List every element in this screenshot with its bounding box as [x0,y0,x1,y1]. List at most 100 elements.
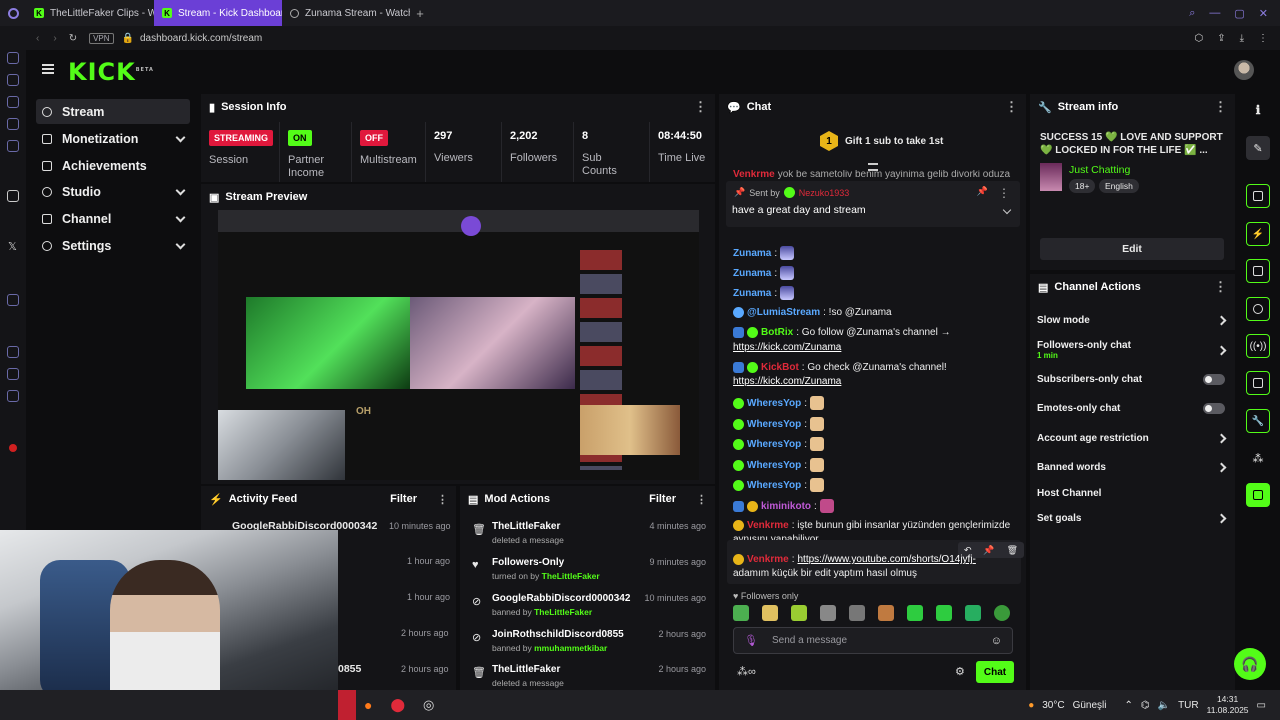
more-options-icon[interactable]: ⋮ [437,493,448,506]
mod-action-row[interactable]: TheLittleFaker deleted a message 4 minutes… [468,521,714,545]
maximize-icon[interactable]: ▢ [1234,7,1244,20]
action-banned-words[interactable]: Banned words [1037,462,1227,473]
pinned-message[interactable]: 📌 Sent by Nezuko1933 have a great day and … [726,181,1020,227]
browser-tab-active[interactable]: K Stream - Kick Dashboard [154,0,282,26]
opera-gx-icon[interactable]: ◎ [423,697,434,713]
more-options-icon[interactable]: ⋮ [694,99,707,115]
action-host-channel[interactable]: Host Channel [1037,488,1225,499]
sidebar-app-icon[interactable] [7,74,19,86]
chat-username[interactable]: Venkrme [747,520,789,531]
mod-action-row[interactable]: TheLittleFaker deleted a message 2 hours a… [468,664,714,688]
nav-item-studio[interactable]: Studio [36,179,190,204]
chat-username[interactable]: WheresYop [747,480,801,491]
filter-button[interactable]: Filter [390,493,417,505]
unpin-icon[interactable]: 📌 [977,186,988,197]
sidebar-app-icon[interactable] [7,190,19,202]
microphone-icon[interactable]: 🎙 [744,634,758,647]
broadcast-icon[interactable]: ((•)) [1246,334,1270,358]
chat-username[interactable]: Zunama [733,268,771,279]
chat-username[interactable]: kiminikoto [761,501,811,512]
more-options-icon[interactable]: ⋮ [1214,279,1227,295]
more-options-icon[interactable]: ⋮ [1214,99,1227,115]
language-indicator[interactable]: TUR [1178,700,1199,711]
network-icon[interactable]: ⌬ [1141,700,1150,711]
emote-icon[interactable] [878,605,894,621]
pinned-more-icon[interactable]: ⋮ [998,186,1010,200]
share-nodes-icon[interactable]: ⁂ [1246,446,1270,470]
chat-username[interactable]: @LumiaStream [747,307,820,318]
info-icon[interactable]: ℹ [1246,98,1270,122]
taskbar-app-icon[interactable] [338,690,356,720]
volume-icon[interactable]: 🔈 [1158,700,1170,711]
layout-icon[interactable] [1246,483,1270,507]
sidebar-app-icon[interactable] [7,346,19,358]
reward-icon[interactable]: ⁂∞ [737,665,756,678]
stream-preview-video[interactable]: OH [218,210,699,480]
action-slow-mode[interactable]: Slow mode [1037,315,1227,326]
action-emotes-only[interactable]: Emotes-only chat [1037,403,1225,414]
emoji-icon[interactable]: ☺ [991,635,1002,647]
chat-username[interactable]: WheresYop [747,398,801,409]
emote-icon[interactable] [994,605,1010,621]
nav-item-stream[interactable]: Stream [36,99,190,124]
chat-input[interactable]: 🎙 Send a message ☺ [733,627,1013,654]
forward-icon[interactable]: › [53,33,56,44]
browser-tab[interactable]: K TheLittleFaker Clips - Wa [26,0,154,26]
action-subscribers-only[interactable]: Subscribers-only chat [1037,374,1225,385]
action-account-age[interactable]: Account age restriction [1037,433,1227,444]
emote-icon[interactable] [762,605,778,621]
pencil-icon[interactable]: ✎ [1246,136,1270,160]
emote-icon[interactable] [733,605,749,621]
user-avatar[interactable] [1234,60,1254,80]
share-icon[interactable]: ⇪ [1217,33,1225,44]
browser-menu-icon[interactable]: ⋮ [1258,33,1268,44]
location-pin-icon[interactable]: ⬤ [390,697,405,713]
chevron-down-icon[interactable] [1002,205,1012,215]
mod-action-row[interactable]: Followers-Only turned on by TheLittleFake… [468,557,714,581]
clock[interactable]: 14:31 11.08.2025 [1207,694,1249,716]
hamburger-menu-icon[interactable] [42,64,54,74]
sidebar-app-icon[interactable] [7,390,19,402]
opera-menu-icon[interactable] [0,7,26,19]
sidebar-app-icon[interactable] [7,118,19,130]
chat-username[interactable]: WheresYop [747,460,801,471]
x-icon[interactable]: 𝕏 [8,240,17,253]
nav-item-achievements[interactable]: Achievements [36,153,190,178]
chat-username[interactable]: WheresYop [747,419,801,430]
notification-icon[interactable]: ▭ [1257,700,1266,711]
chat-settings-icon[interactable]: ⚙ [955,665,965,678]
nav-item-settings[interactable]: Settings [36,233,190,258]
delete-icon[interactable]: 🗑 [1007,545,1018,556]
browser-tab[interactable]: Zunama Stream - Watch a [282,0,410,26]
mod-action-row[interactable]: JoinRothschildDiscord0855 banned by mmuha… [468,629,714,653]
wrench-icon[interactable]: 🔧 [1246,409,1270,433]
chat-username[interactable]: KickBot [761,362,799,373]
emote-icon[interactable] [820,605,836,621]
more-options-icon[interactable]: ⋮ [696,493,707,506]
back-icon[interactable]: ‹ [36,33,39,44]
emote-icon[interactable] [936,605,952,621]
firefox-icon[interactable]: ● [364,697,372,713]
close-icon[interactable]: ✕ [1259,7,1268,20]
category-link[interactable]: Just Chatting [1069,164,1130,176]
action-set-goals[interactable]: Set goals [1037,513,1227,524]
search-icon[interactable]: ⌕ [1189,7,1195,20]
edit-button[interactable]: Edit [1040,238,1224,260]
server-icon[interactable] [1246,371,1270,395]
new-tab-button[interactable]: + [410,6,430,21]
sidebar-app-icon[interactable] [7,140,19,152]
chat-username[interactable]: Zunama [733,288,771,299]
chat-icon[interactable] [1246,297,1270,321]
chat-username[interactable]: Zunama [733,248,771,259]
extensions-icon[interactable]: ⬡ [1194,33,1203,44]
quick-action-icon[interactable] [1246,184,1270,208]
chat-username[interactable]: WheresYop [747,439,801,450]
kick-logo[interactable]: KICKBETA [68,58,154,86]
action-followers-only[interactable]: Followers-only chat 1 min [1037,340,1227,360]
chat-link[interactable]: https://www.youtube.com/shorts/O14jyfj- [797,554,975,565]
more-options-icon[interactable]: ⋮ [1005,99,1018,115]
document-icon[interactable] [1246,259,1270,283]
gift-sub-button[interactable]: Gift 1 sub to take 1st [845,136,943,147]
nav-item-monetization[interactable]: Monetization [36,126,190,151]
emotes-only-toggle[interactable] [1203,403,1225,414]
